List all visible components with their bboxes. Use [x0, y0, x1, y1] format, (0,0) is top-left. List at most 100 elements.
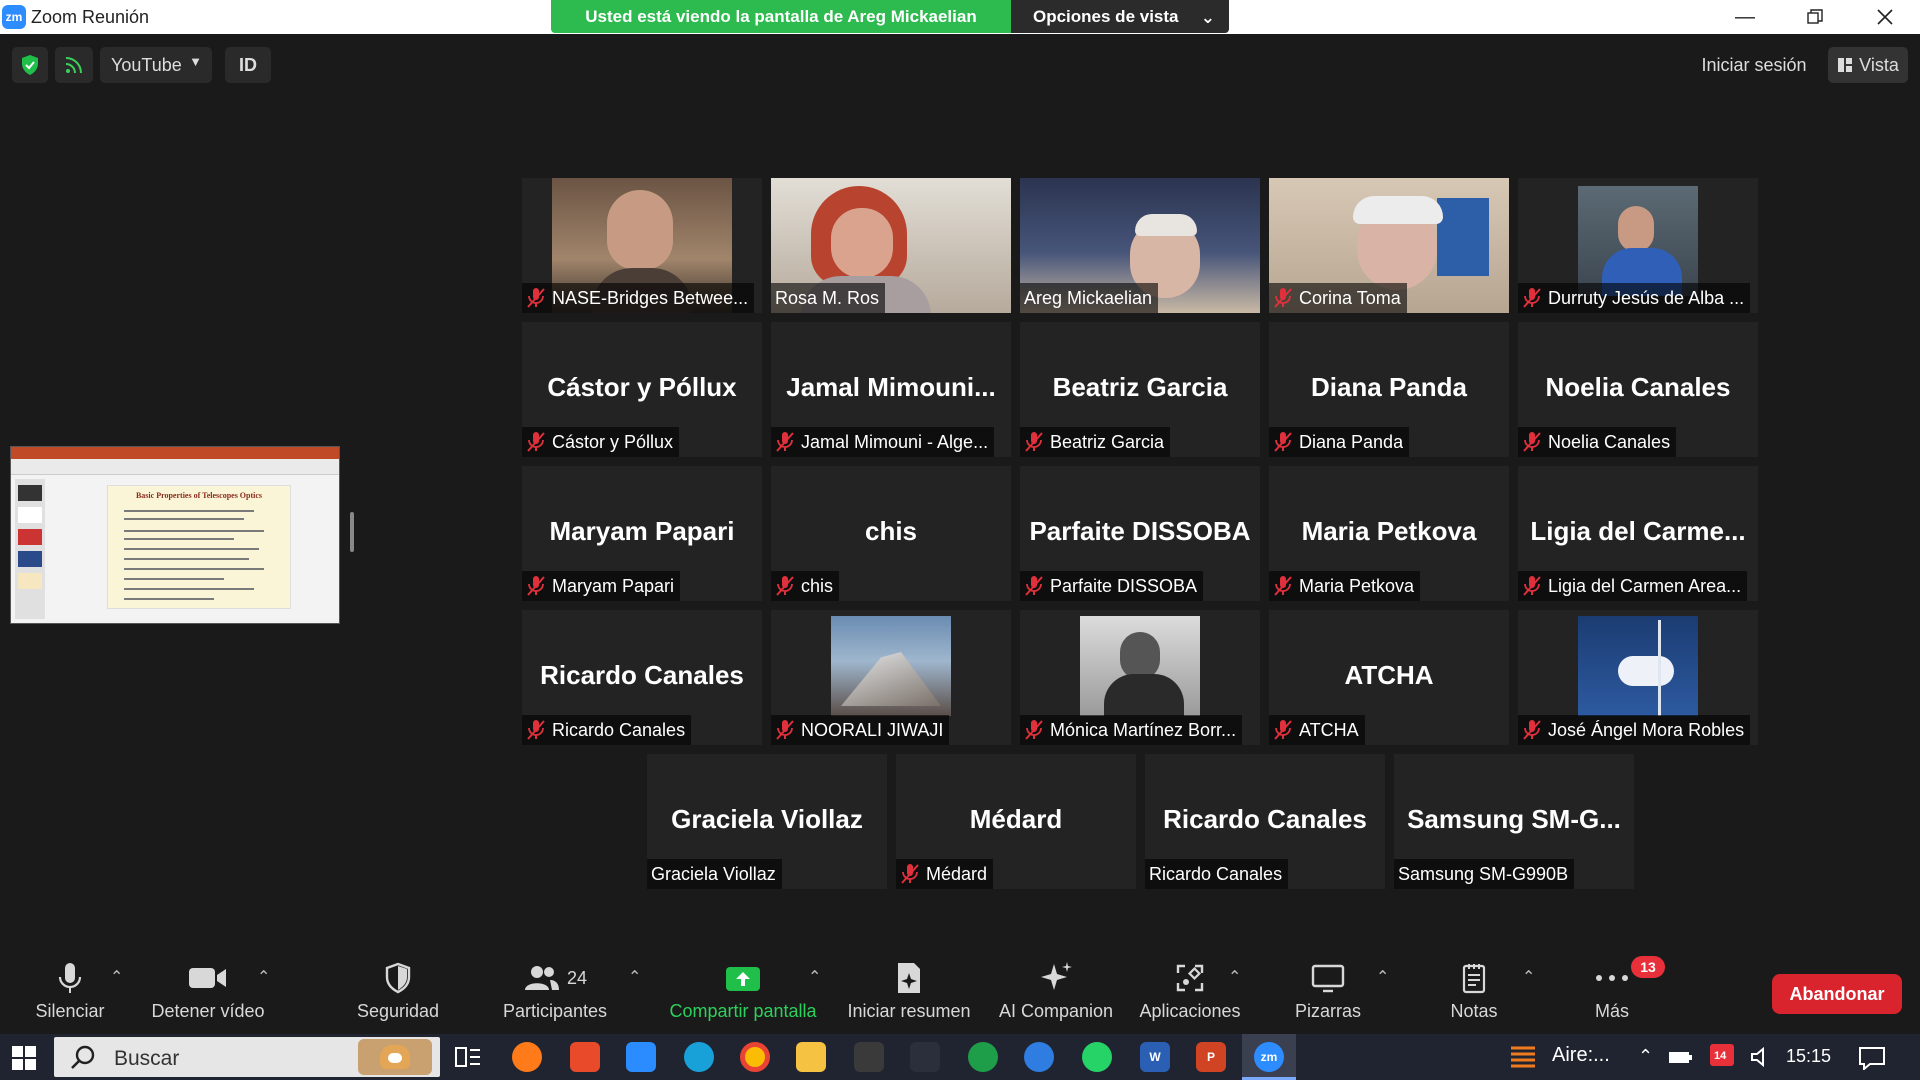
messenger-app-icon[interactable]	[626, 1042, 656, 1072]
participant-tile[interactable]: Noelia Canales Noelia Canales	[1518, 322, 1758, 457]
participant-tile[interactable]: Durruty Jesús de Alba ...	[1518, 178, 1758, 313]
taskbar-clock[interactable]: 15:15	[1786, 1046, 1831, 1067]
paint-app-icon[interactable]	[570, 1042, 600, 1072]
mic-muted-icon	[1523, 432, 1541, 452]
participant-name: Diana Panda	[1299, 431, 1404, 452]
view-label: Vista	[1859, 54, 1899, 75]
restore-button[interactable]	[1780, 0, 1850, 34]
leave-meeting-button[interactable]: Abandonar	[1772, 974, 1902, 1014]
youtube-stream-dropdown[interactable]: YouTube ▼	[100, 47, 212, 83]
edge-browser-icon[interactable]	[684, 1042, 714, 1072]
speaker-icon[interactable]	[1750, 1046, 1770, 1068]
participant-tile[interactable]: Ligia del Carme... Ligia del Carmen Area.…	[1518, 466, 1758, 601]
task-view-icon[interactable]	[455, 1045, 481, 1069]
whiteboards-button[interactable]: Pizarras	[1286, 955, 1370, 1033]
slide-title: Basic Properties of Telescopes Optics	[135, 491, 263, 500]
participant-tile[interactable]: Maryam Papari Maryam Papari	[522, 466, 762, 601]
participant-name-label: Ligia del Carmen Area...	[1518, 571, 1748, 601]
participant-tile[interactable]: Samsung SM-G... Samsung SM-G990B	[1394, 754, 1634, 889]
sign-in-button[interactable]: Iniciar sesión	[1694, 47, 1814, 83]
participants-options-caret-icon[interactable]: ⌃	[628, 967, 641, 987]
participants-label: Participantes	[502, 1001, 608, 1021]
word-app-icon[interactable]: W	[1140, 1042, 1170, 1072]
participant-display-name: Ligia del Carme...	[1530, 516, 1746, 546]
video-options-caret-icon[interactable]: ⌃	[257, 967, 270, 987]
participant-tile[interactable]: Areg Mickaelian	[1020, 178, 1260, 313]
participant-tile[interactable]: Parfaite DISSOBA Parfaite DISSOBA	[1020, 466, 1260, 601]
participant-tile[interactable]: Jamal Mimouni... Jamal Mimouni - Alge...	[771, 322, 1011, 457]
participant-tile[interactable]: José Ángel Mora Robles	[1518, 610, 1758, 745]
security-button[interactable]: Seguridad	[350, 955, 446, 1033]
participant-tile[interactable]: Graciela Viollaz Graciela Viollaz	[647, 754, 887, 889]
tray-expand-icon[interactable]: ⌃	[1638, 1046, 1653, 1067]
ai-companion-button[interactable]: AI Companion	[994, 955, 1118, 1033]
share-screen-button[interactable]: Compartir pantalla	[660, 955, 826, 1033]
notes-options-caret-icon[interactable]: ⌃	[1522, 967, 1535, 987]
participant-tile[interactable]: chis chis	[771, 466, 1011, 601]
mute-button[interactable]: Silenciar	[28, 955, 112, 1033]
start-summary-label: Iniciar resumen	[847, 1001, 971, 1021]
participant-tile[interactable]: Rosa M. Ros	[771, 178, 1011, 313]
participant-tile[interactable]: Ricardo Canales Ricardo Canales	[1145, 754, 1385, 889]
mic-muted-icon	[1025, 576, 1043, 596]
shared-screen-thumbnail[interactable]: Basic Properties of Telescopes Optics	[10, 446, 340, 624]
apps-options-caret-icon[interactable]: ⌃	[1228, 967, 1241, 987]
rss-feed-icon	[65, 57, 82, 74]
participant-tile[interactable]: Diana Panda Diana Panda	[1269, 322, 1509, 457]
participants-button[interactable]: 24 Participantes	[498, 955, 612, 1033]
participant-tile[interactable]: ATCHA ATCHA	[1269, 610, 1509, 745]
whatsapp-icon[interactable]	[1082, 1042, 1112, 1072]
stop-video-button[interactable]: Detener vídeo	[146, 955, 270, 1033]
mic-muted-icon	[776, 720, 794, 740]
notification-center-icon[interactable]	[1858, 1046, 1886, 1070]
view-options-button[interactable]: Opciones de vista ⌄	[1011, 0, 1229, 33]
participant-tile[interactable]: Corina Toma	[1269, 178, 1509, 313]
view-button[interactable]: Vista	[1828, 47, 1908, 83]
live-stream-button[interactable]	[55, 47, 93, 83]
powerpoint-app-icon[interactable]: P	[1196, 1042, 1226, 1072]
firefox-icon[interactable]	[512, 1042, 542, 1072]
participant-tile[interactable]: NASE-Bridges Betwee...	[522, 178, 762, 313]
media-app-icon[interactable]	[854, 1042, 884, 1072]
participant-tile[interactable]: Ricardo Canales Ricardo Canales	[522, 610, 762, 745]
calendar-badge: 14	[1714, 1050, 1727, 1062]
encryption-shield-button[interactable]	[12, 47, 48, 83]
participant-tile[interactable]: Maria Petkova Maria Petkova	[1269, 466, 1509, 601]
game-app-icon[interactable]	[910, 1042, 940, 1072]
green-app-icon[interactable]	[968, 1042, 998, 1072]
participant-display-name: Graciela Viollaz	[671, 804, 863, 834]
security-label: Seguridad	[356, 1001, 440, 1021]
participant-tile[interactable]: Médard Médard	[896, 754, 1136, 889]
start-summary-button[interactable]: Iniciar resumen	[842, 955, 976, 1033]
close-button[interactable]	[1850, 0, 1920, 34]
panel-splitter-handle[interactable]	[350, 512, 354, 552]
mute-options-caret-icon[interactable]: ⌃	[110, 967, 123, 987]
blue-app-icon[interactable]	[1024, 1042, 1054, 1072]
mic-muted-icon	[527, 576, 545, 596]
apps-icon	[1176, 964, 1204, 992]
battery-icon[interactable]	[1668, 1048, 1694, 1066]
notification-count-badge: 13	[1631, 956, 1665, 978]
meeting-id-button[interactable]: ID	[225, 47, 271, 83]
whiteboards-options-caret-icon[interactable]: ⌃	[1376, 967, 1389, 987]
shield-check-icon	[22, 55, 38, 75]
minimize-button[interactable]: —	[1710, 0, 1780, 34]
windows-start-icon[interactable]	[12, 1046, 36, 1070]
participant-tile[interactable]: Cástor y Póllux Cástor y Póllux	[522, 322, 762, 457]
participant-name-label: Beatriz Garcia	[1020, 427, 1171, 457]
weather-widget-text[interactable]: Aire:...	[1552, 1044, 1610, 1067]
participant-tile[interactable]: NOORALI JIWAJI	[771, 610, 1011, 745]
participant-tile[interactable]: Beatriz Garcia Beatriz Garcia	[1020, 322, 1260, 457]
notes-button[interactable]: Notas	[1434, 955, 1514, 1033]
participant-name: Corina Toma	[1299, 287, 1401, 308]
participant-name: Noelia Canales	[1548, 431, 1671, 452]
file-explorer-icon[interactable]	[796, 1042, 826, 1072]
taskbar-search-box[interactable]: Buscar	[54, 1037, 440, 1077]
participant-tile[interactable]: Mónica Martínez Borr...	[1020, 610, 1260, 745]
calendar-icon[interactable]: 14	[1710, 1044, 1734, 1066]
mic-muted-icon	[1523, 720, 1541, 740]
zoom-taskbar-button[interactable]: zm	[1242, 1034, 1296, 1080]
share-options-caret-icon[interactable]: ⌃	[808, 967, 821, 987]
chrome-browser-icon[interactable]	[740, 1042, 770, 1072]
participant-name-label: Mónica Martínez Borr...	[1020, 715, 1243, 745]
